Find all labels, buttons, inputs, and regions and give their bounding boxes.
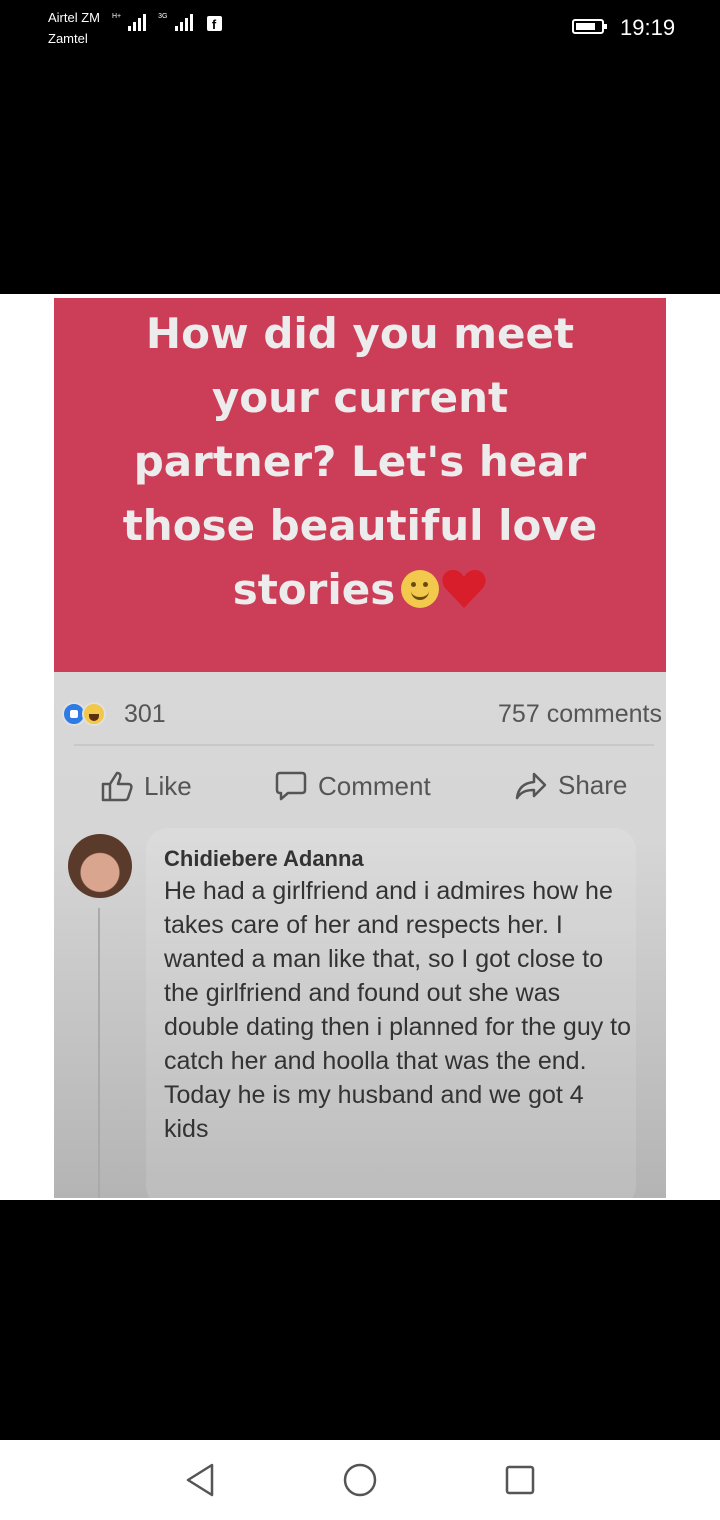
heart-emoji-icon bbox=[442, 570, 486, 608]
comments-count: 757 comments bbox=[498, 700, 662, 728]
recents-square-icon[interactable] bbox=[504, 1464, 536, 1496]
question-line-last: stories bbox=[74, 558, 646, 622]
reaction-icons bbox=[62, 702, 106, 726]
carrier-name-secondary: Zamtel bbox=[48, 31, 88, 46]
comment-text: He had a girlfriend and i admires how he… bbox=[164, 877, 632, 1143]
navigation-bar bbox=[0, 1440, 720, 1520]
like-label: Like bbox=[144, 770, 192, 801]
signal-bars-icon bbox=[174, 13, 193, 31]
question-line: those beautiful love bbox=[122, 501, 598, 550]
signal-bars-icon bbox=[128, 13, 147, 31]
facebook-icon: f bbox=[206, 16, 222, 32]
post-banner: How did you meet your current partner? L… bbox=[54, 298, 666, 672]
back-triangle-icon[interactable] bbox=[184, 1462, 216, 1498]
facebook-post-screenshot: How did you meet your current partner? L… bbox=[54, 298, 666, 1198]
post-question: How did you meet your current partner? L… bbox=[74, 302, 646, 622]
share-arrow-icon bbox=[515, 772, 547, 799]
question-line: stories bbox=[232, 565, 396, 614]
question-line: How did you meet bbox=[145, 309, 575, 358]
divider bbox=[74, 744, 654, 746]
signal-indicators: H+ 3G f bbox=[112, 13, 222, 32]
smile-emoji-icon bbox=[401, 570, 440, 608]
image-viewer[interactable]: How did you meet your current partner? L… bbox=[0, 294, 720, 1200]
comment-thread-line bbox=[98, 908, 100, 1198]
reaction-count: 301 bbox=[124, 700, 166, 728]
thumbs-up-icon bbox=[101, 771, 133, 802]
post-actions: Like Comment Share bbox=[54, 766, 666, 810]
avatar bbox=[68, 834, 132, 898]
haha-reaction-icon bbox=[82, 702, 106, 726]
comment-author: Chidiebere Adanna bbox=[164, 846, 364, 871]
share-action: Share bbox=[514, 770, 627, 801]
clock: 19:19 bbox=[620, 15, 676, 40]
status-bar: Airtel ZM Zamtel H+ 3G f 19:19 bbox=[0, 0, 720, 60]
comment-action: Comment bbox=[274, 770, 431, 802]
battery-icon bbox=[572, 19, 607, 34]
comment: Chidiebere Adanna He had a girlfriend an… bbox=[54, 828, 666, 1198]
network-type-primary: H+ bbox=[112, 13, 122, 20]
home-circle-icon[interactable] bbox=[342, 1462, 378, 1498]
carrier-name-primary: Airtel ZM bbox=[48, 10, 100, 25]
question-line: partner? Let's hear bbox=[133, 437, 587, 486]
like-action: Like bbox=[100, 770, 192, 802]
share-label: Share bbox=[558, 770, 628, 800]
comment-label: Comment bbox=[318, 770, 431, 801]
comment-bubble-icon bbox=[275, 771, 307, 801]
reactions-summary: 301 757 comments bbox=[54, 694, 666, 734]
network-type-secondary: 3G bbox=[158, 13, 168, 20]
question-line: your current bbox=[211, 373, 509, 422]
